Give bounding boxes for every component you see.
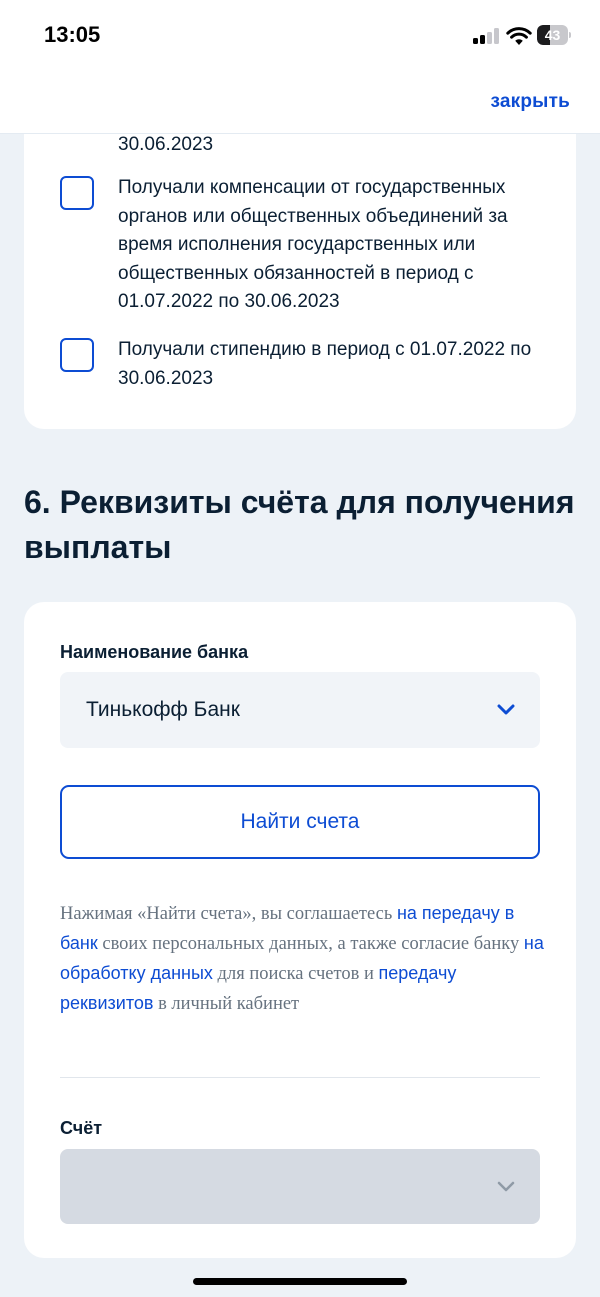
clipped-date-text: 30.06.2023 — [118, 134, 214, 155]
nav-bar: закрыть — [0, 72, 600, 134]
status-time: 13:05 — [44, 22, 101, 47]
chevron-down-icon — [497, 704, 515, 715]
stipend-checkbox[interactable] — [60, 338, 94, 372]
checkbox-row-stipend[interactable]: Получали стипендию в период с 01.07.2022… — [60, 336, 540, 393]
consent-text-part: Нажимая «Найти счета», вы соглашаетесь — [60, 904, 397, 924]
account-label: Счёт — [60, 1118, 103, 1138]
battery-icon: 43 — [537, 25, 571, 45]
bank-name-value: Тинькофф Банк — [86, 698, 240, 721]
benefits-card: 30.06.2023 Получали компенсации от госуд… — [24, 100, 576, 429]
divider — [60, 1077, 540, 1078]
consent-text-part: в личный кабинет — [153, 994, 300, 1014]
status-bar: 13:05 43 — [0, 0, 600, 72]
cellular-signal-icon — [473, 28, 501, 44]
home-indicator — [193, 1278, 407, 1285]
section-title: 6. Реквизиты счёта для получения выплаты — [24, 484, 575, 565]
chevron-down-icon — [497, 1181, 515, 1191]
account-select[interactable] — [60, 1149, 540, 1224]
consent-text-part: для поиска счетов и — [212, 964, 379, 984]
bank-name-select[interactable]: Тинькофф Банк — [60, 672, 540, 748]
find-accounts-button[interactable]: Найти счета — [60, 785, 540, 859]
close-link[interactable]: закрыть — [491, 91, 571, 113]
compensation-checkbox[interactable] — [60, 176, 94, 210]
consent-text-part: своих персональных данных, а также согла… — [97, 934, 524, 954]
wifi-icon — [506, 27, 532, 45]
consent-text: Нажимая «Найти счета», вы соглашаетесь н… — [60, 899, 550, 1019]
bank-details-card: Наименование банка Тинькофф Банк Найти с… — [24, 602, 576, 1258]
checkbox-row-compensation[interactable]: Получали компенсации от государственных … — [60, 174, 540, 317]
bank-name-label: Наименование банка — [60, 642, 249, 662]
battery-level: 43 — [544, 27, 561, 43]
stipend-checkbox-label: Получали стипендию в период с 01.07.2022… — [118, 339, 532, 389]
compensation-checkbox-label: Получали компенсации от государственных … — [118, 177, 508, 312]
